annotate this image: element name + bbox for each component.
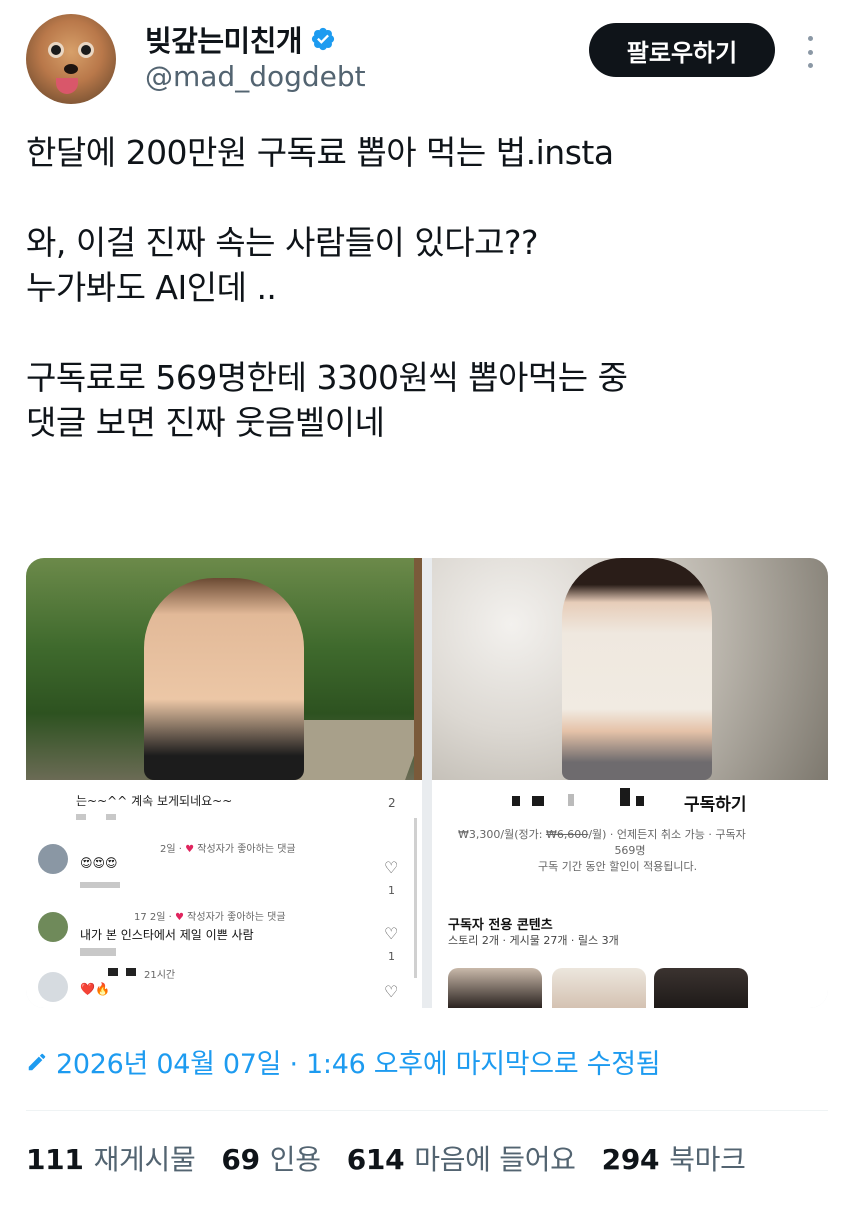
comment-screenshot: 는~~^^ 계속 보게되네요~~ 2 2일 · ♥ 작성자가 좋아하는 댓글 😍… — [26, 788, 422, 1008]
stat-value: 111 — [26, 1143, 84, 1176]
follow-button[interactable]: 팔로우하기 — [589, 23, 775, 77]
blurred-text — [126, 968, 136, 976]
exclusive-content-title: 구독자 전용 콘텐츠 — [448, 918, 553, 933]
commenter-avatar — [38, 912, 68, 942]
comment-count-top: 2 — [388, 796, 396, 810]
photo-person — [562, 558, 712, 780]
blurred-text — [80, 948, 116, 956]
comment-body: 내가 본 인스타에서 제일 이쁜 사람 — [80, 928, 254, 942]
stat-value: 294 — [601, 1143, 660, 1176]
stat-likes[interactable]: 614 마음에 들어요 — [347, 1138, 576, 1178]
scrollbar[interactable] — [414, 818, 417, 978]
photo-pool-scene — [26, 558, 422, 780]
exclusive-thumbnail[interactable] — [654, 968, 748, 1008]
more-vertical-icon[interactable] — [796, 32, 824, 72]
stat-value: 614 — [346, 1143, 405, 1176]
comment-meta: 21시간 — [144, 970, 176, 981]
tweet-line: 구독료로 569명한테 3300원씩 뽑아먹는 중 — [26, 358, 628, 397]
comment-like-heart-icon[interactable]: ♡ — [384, 924, 398, 943]
comment-like-heart-icon[interactable]: ♡ — [384, 858, 398, 877]
blurred-text — [106, 814, 116, 820]
stat-quotes[interactable]: 69 인용 — [221, 1138, 321, 1178]
author-name-row: 빚갚는미친개 — [145, 18, 336, 60]
comment-like-count: 1 — [388, 950, 395, 963]
comment-meta: 17 2일 · ♥ 작성자가 좋아하는 댓글 — [134, 912, 286, 923]
stat-reposts[interactable]: 111 재게시물 — [26, 1138, 196, 1178]
author-display-name[interactable]: 빚갚는미친개 — [145, 18, 303, 60]
avatar-nose — [64, 64, 78, 74]
tweet-line-blank — [26, 175, 826, 220]
comment-body: 😍😍😍 — [80, 856, 118, 870]
discount-note: 구독 기간 동안 할인이 적용됩니다. — [538, 860, 698, 873]
subscription-price: ₩3,300/월(정가: ₩6,600/월) · 언제든지 취소 가능 · 구독… — [458, 828, 746, 841]
photo-post — [414, 558, 422, 780]
tweet-line: 댓글 보면 진짜 웃음벨이네 — [26, 403, 385, 442]
tweet-media: 는~~^^ 계속 보게되네요~~ 2 2일 · ♥ 작성자가 좋아하는 댓글 😍… — [26, 558, 828, 1008]
stat-label: 재게시물 — [93, 1143, 196, 1176]
avatar-tongue — [56, 78, 78, 94]
tweet-line-blank — [26, 310, 826, 355]
tweet-text: 한달에 200만원 구독료 뽑아 먹는 법.insta 와, 이걸 진짜 속는 … — [26, 130, 826, 445]
edited-timestamp-text: 2026년 04월 07일 · 1:46 오후에 마지막으로 수정됨 — [56, 1049, 661, 1080]
author-handle[interactable]: @mad_dogdebt — [145, 60, 366, 93]
blurred-text — [76, 814, 86, 820]
divider — [26, 1110, 828, 1111]
comment-like-count: 1 — [388, 884, 395, 897]
tweet-line: 와, 이걸 진짜 속는 사람들이 있다고?? — [26, 223, 539, 262]
stat-label: 북마크 — [669, 1143, 746, 1176]
tweet-header: 빚갚는미친개 @mad_dogdebt 팔로우하기 — [0, 0, 854, 110]
stat-bookmarks[interactable]: 294 북마크 — [602, 1138, 746, 1178]
comment-like-heart-icon[interactable]: ♡ — [384, 982, 398, 1001]
avatar-eye-right — [78, 42, 94, 58]
subscriber-count: 569명 — [614, 844, 646, 857]
commenter-avatar — [38, 844, 68, 874]
media-image-right[interactable]: 구독하기 ₩3,300/월(정가: ₩6,600/월) · 언제든지 취소 가능… — [432, 558, 828, 1008]
photo-blossom-scene — [432, 558, 828, 780]
tweet-line: 한달에 200만원 구독료 뽑아 먹는 법.insta — [26, 133, 614, 172]
subscription-screenshot: 구독하기 ₩3,300/월(정가: ₩6,600/월) · 언제든지 취소 가능… — [432, 788, 828, 1008]
blurred-text — [80, 882, 120, 888]
verified-badge-icon — [311, 27, 335, 51]
tweet-line: 누가봐도 AI인데 .. — [26, 268, 277, 307]
exclusive-content-meta: 스토리 2개 · 게시물 27개 · 릴스 3개 — [448, 934, 619, 947]
pencil-icon — [28, 1053, 46, 1070]
subscribe-title: 구독하기 — [684, 795, 747, 815]
exclusive-thumbnail[interactable] — [552, 968, 646, 1008]
avatar[interactable] — [26, 14, 116, 104]
media-image-left[interactable]: 는~~^^ 계속 보게되네요~~ 2 2일 · ♥ 작성자가 좋아하는 댓글 😍… — [26, 558, 422, 1008]
avatar-eye-left — [48, 42, 64, 58]
stat-value: 69 — [221, 1143, 260, 1176]
comment-meta: 2일 · ♥ 작성자가 좋아하는 댓글 — [160, 844, 296, 855]
comment-body: ❤️🔥 — [80, 982, 110, 996]
edited-timestamp[interactable]: 2026년 04월 07일 · 1:46 오후에 마지막으로 수정됨 — [26, 1042, 661, 1081]
commenter-avatar — [38, 972, 68, 1002]
exclusive-thumbnail[interactable] — [448, 968, 542, 1008]
blurred-text — [512, 796, 520, 806]
blurred-text — [568, 794, 574, 806]
stat-label: 인용 — [269, 1143, 321, 1176]
blurred-text — [620, 788, 630, 806]
blurred-text — [532, 796, 544, 806]
photo-person — [144, 578, 304, 780]
stat-label: 마음에 들어요 — [414, 1143, 576, 1176]
blurred-text — [108, 968, 118, 976]
engagement-stats: 111 재게시물 69 인용 614 마음에 들어요 294 북마크 — [26, 1138, 746, 1178]
comment-text-top: 는~~^^ 계속 보게되네요~~ — [76, 794, 233, 808]
blurred-text — [636, 796, 644, 806]
